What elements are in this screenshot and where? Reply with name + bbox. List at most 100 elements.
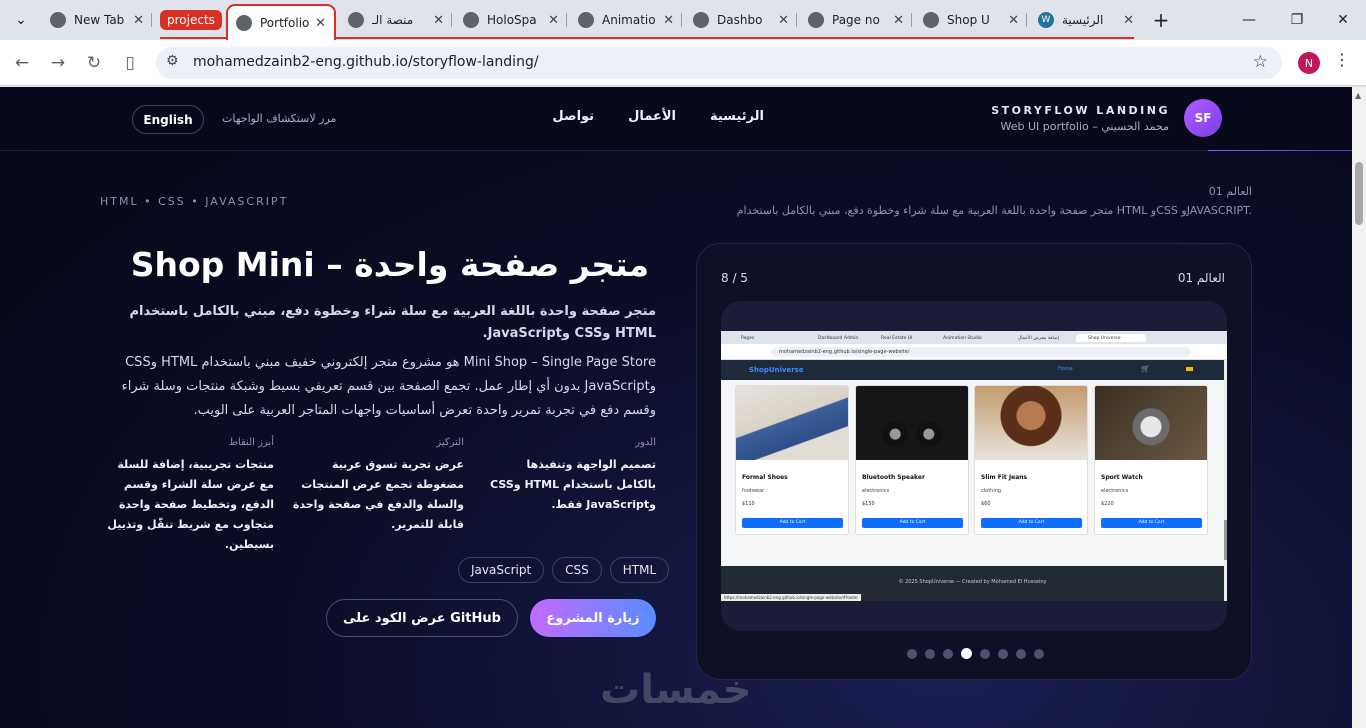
close-tab-icon[interactable]: ✕ xyxy=(548,13,559,28)
profile-avatar[interactable]: N xyxy=(1298,52,1320,74)
carousel-dot[interactable] xyxy=(1016,648,1026,659)
lead-text: متجر صفحة واحدة باللغة العربية مع سلة شر… xyxy=(129,304,656,341)
scroll-up-icon[interactable]: ▲ xyxy=(1355,91,1361,100)
globe-icon xyxy=(348,12,364,28)
carousel-dot[interactable] xyxy=(998,648,1008,659)
preview-tab: Animation Studio xyxy=(943,335,982,341)
page-title: Shop Mini – متجر صفحة واحدة xyxy=(130,245,649,284)
column-text: تصميم الواجهة وتنفيذها بالكامل باستخدام … xyxy=(490,458,656,511)
globe-icon xyxy=(808,12,824,28)
tab-item[interactable]: منصة الـ ✕ xyxy=(340,6,452,34)
logo-avatar[interactable]: SF xyxy=(1184,99,1222,137)
product-category: footwear xyxy=(742,488,765,494)
preview-tab: Real Estate UI xyxy=(881,335,913,341)
chip-css: CSS xyxy=(552,557,602,583)
preview-status-bar: https://mohamedzainb2-eng.github.io/sing… xyxy=(721,594,861,601)
menu-kebab-icon[interactable]: ⋮ xyxy=(1334,50,1350,69)
bookmark-star-icon[interactable]: ☆ xyxy=(1253,52,1268,72)
tab-strip: ⌄ New Tab ✕ projects Portfolio ✕ منصة ال… xyxy=(0,0,1366,40)
brand-title: STORYFLOW LANDING xyxy=(991,104,1170,117)
preview-address-bar: mohamedzainb2-eng.github.io/single-page-… xyxy=(721,344,1227,360)
nav-home[interactable]: الرئيسية xyxy=(710,109,764,124)
close-tab-icon[interactable]: ✕ xyxy=(315,16,326,31)
site-info-icon[interactable]: ⚙ xyxy=(166,53,179,69)
preview-site: ShopUniverse Home 🛒 Formal Shoes footwea… xyxy=(721,360,1224,601)
tab-item[interactable]: W الرئيسية ✕ xyxy=(1030,6,1142,34)
watermark-logo: خمسات xyxy=(600,667,752,713)
preview-url: mohamedzainb2-eng.github.io/single-page-… xyxy=(771,347,1191,357)
column-text: عرض تجربة تسوق عربية مضغوطة تجمع عرض الم… xyxy=(292,458,464,531)
page-scrollbar[interactable]: ▲ xyxy=(1352,87,1366,728)
tab-group-label[interactable]: projects xyxy=(160,10,222,30)
product-name: Sport Watch xyxy=(1101,474,1143,481)
tab-portfolio[interactable]: Portfolio ✕ xyxy=(226,4,336,40)
github-button[interactable]: عرض الكود على GitHub xyxy=(326,599,518,637)
tab-search-icon[interactable]: ⌄ xyxy=(4,6,38,34)
column-heading: التركيز xyxy=(436,437,464,448)
close-window-button[interactable]: ✕ xyxy=(1326,6,1360,34)
reload-icon[interactable]: ↻ xyxy=(80,49,108,77)
column-heading: الدور xyxy=(635,437,656,448)
nav-works[interactable]: الأعمال xyxy=(628,109,676,124)
tab-new-tab[interactable]: New Tab ✕ xyxy=(42,6,152,34)
watch-image xyxy=(1095,386,1207,460)
carousel-dot[interactable] xyxy=(907,648,917,659)
minimize-button[interactable]: — xyxy=(1232,6,1266,34)
tech-stack-label: HTML • CSS • JAVASCRIPT xyxy=(100,195,289,208)
site-header: SF STORYFLOW LANDING Web UI portfolio – … xyxy=(0,87,1352,151)
tab-item[interactable]: Page no ✕ xyxy=(800,6,912,34)
tab-item[interactable]: Animatio ✕ xyxy=(570,6,682,34)
column-heading: أبرز النقاط xyxy=(228,437,274,448)
main-nav: تواصل الأعمال الرئيسية xyxy=(552,109,764,124)
visit-project-button[interactable]: زيارة المشروع xyxy=(530,599,656,637)
info-column-focus: التركيز عرض تجربة تسوق عربية مضغوطة تجمع… xyxy=(292,437,464,535)
tab-item[interactable]: HoloSpa ✕ xyxy=(455,6,567,34)
tab-item[interactable]: Shop U ✕ xyxy=(915,6,1027,34)
browser-toolbar: ← → ↻ ▯ ⚙ mohamedzainb2-eng.github.io/st… xyxy=(0,40,1366,86)
product-name: Formal Shoes xyxy=(742,474,788,481)
product-card: Sport Watch electronics $220 Add to Cart xyxy=(1094,385,1208,535)
close-tab-icon[interactable]: ✕ xyxy=(778,13,789,28)
tab-item[interactable]: Dashbo ✕ xyxy=(685,6,797,34)
product-category: electronics xyxy=(1101,488,1129,494)
url-text[interactable]: mohamedzainb2-eng.github.io/storyflow-la… xyxy=(193,54,539,70)
back-icon[interactable]: ← xyxy=(8,49,36,77)
nav-contact[interactable]: تواصل xyxy=(552,109,594,124)
slide-counter: 8 / 5 xyxy=(721,271,748,285)
forward-icon[interactable]: → xyxy=(44,49,72,77)
language-button[interactable]: English xyxy=(132,105,204,134)
side-panel-icon[interactable]: ▯ xyxy=(116,49,144,77)
new-tab-button[interactable]: + xyxy=(1144,6,1178,34)
carousel-dot[interactable] xyxy=(980,648,990,659)
info-column-role: الدور تصميم الواجهة وتنفيذها بالكامل باس… xyxy=(484,437,656,515)
carousel-dot[interactable] xyxy=(961,648,972,659)
preview-tab: Dashboard Admin xyxy=(818,335,859,341)
restore-button[interactable]: ❐ xyxy=(1280,6,1314,34)
address-bar[interactable]: ⚙ mohamedzainb2-eng.github.io/storyflow-… xyxy=(156,47,1282,79)
shoe-image xyxy=(736,386,848,460)
carousel-dot[interactable] xyxy=(943,648,953,659)
cart-icon: 🛒 xyxy=(1141,365,1150,373)
close-tab-icon[interactable]: ✕ xyxy=(1123,13,1134,28)
world-label: العالم 01 xyxy=(1208,185,1252,198)
globe-icon xyxy=(923,12,939,28)
model-image xyxy=(975,386,1087,460)
carousel-dot[interactable] xyxy=(925,648,935,659)
product-name: Bluetooth Speaker xyxy=(862,474,925,481)
close-tab-icon[interactable]: ✕ xyxy=(1008,13,1019,28)
preview-tab-strip: Pages Dashboard Admin Real Estate UI Ani… xyxy=(721,331,1227,344)
close-tab-icon[interactable]: ✕ xyxy=(133,13,144,28)
carousel-dot[interactable] xyxy=(1034,648,1044,659)
preview-nav: ShopUniverse Home 🛒 xyxy=(721,360,1224,380)
scrollbar-thumb[interactable] xyxy=(1355,162,1363,225)
chip-javascript: JavaScript xyxy=(458,557,545,583)
product-card: Slim Fit Jeans clothing $60 Add to Cart xyxy=(974,385,1088,535)
project-screenshot[interactable]: Pages Dashboard Admin Real Estate UI Ani… xyxy=(721,301,1227,631)
close-tab-icon[interactable]: ✕ xyxy=(893,13,904,28)
close-tab-icon[interactable]: ✕ xyxy=(433,13,444,28)
globe-icon xyxy=(693,12,709,28)
body-text: Mini Shop – Single Page Store هو مشروع م… xyxy=(121,355,656,418)
preview-tab: Pages xyxy=(741,335,755,341)
tech-chips: JavaScript CSS HTML xyxy=(458,557,670,583)
close-tab-icon[interactable]: ✕ xyxy=(663,13,674,28)
